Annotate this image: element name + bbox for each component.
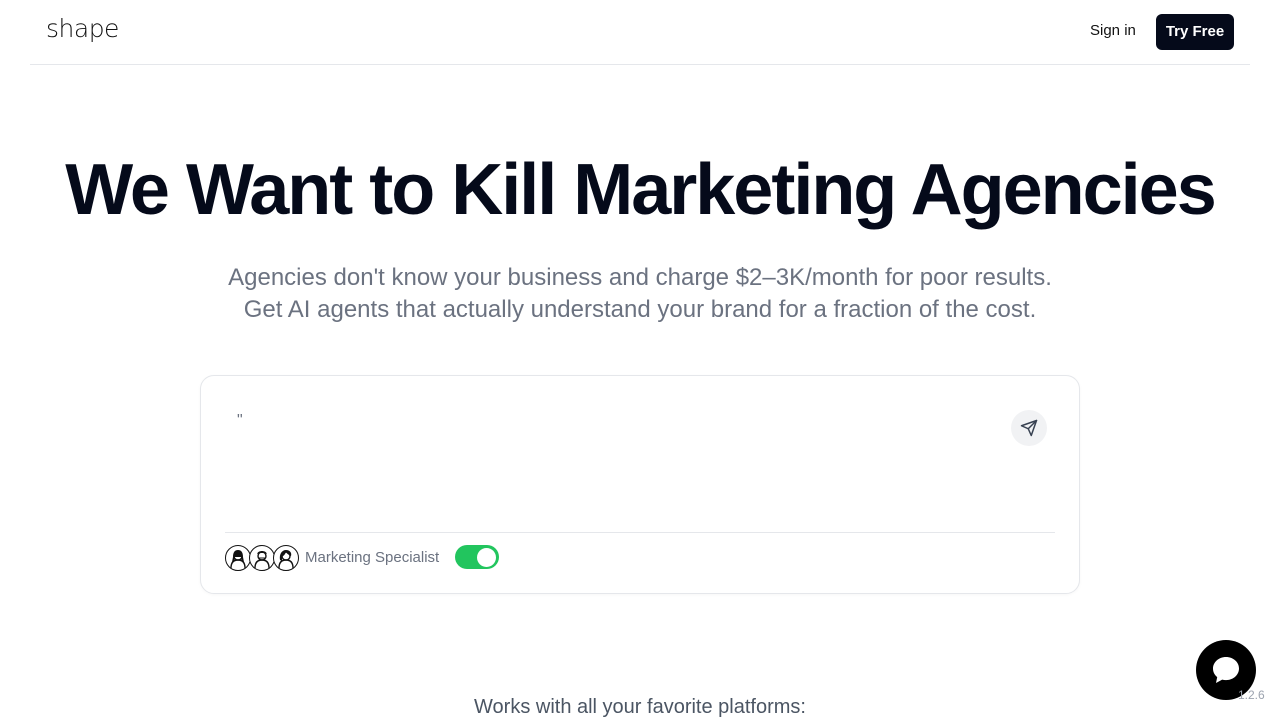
- platforms-heading: Works with all your favorite platforms:: [474, 696, 806, 718]
- agent-avatars: [225, 545, 299, 571]
- send-button[interactable]: [1011, 410, 1047, 446]
- send-icon: [1020, 419, 1038, 437]
- sign-in-link[interactable]: Sign in: [1090, 22, 1136, 39]
- agent-role-label: Marketing Specialist: [305, 549, 440, 566]
- shape-logo[interactable]: shape: [46, 14, 119, 43]
- chat-bubble-icon: [1213, 657, 1239, 683]
- hero-subtitle-line1: Agencies don't know your business and ch…: [228, 264, 1052, 291]
- agent-toggle[interactable]: [455, 545, 499, 569]
- card-divider: [225, 532, 1055, 533]
- prompt-card: " Marketing Specialist: [200, 375, 1080, 594]
- try-free-button[interactable]: Try Free: [1156, 14, 1234, 50]
- toggle-knob: [477, 547, 496, 567]
- avatar: [249, 545, 275, 571]
- avatar: [273, 545, 299, 571]
- prompt-input[interactable]: ": [237, 412, 997, 502]
- avatar: [225, 545, 251, 571]
- top-nav: shape Sign in Try Free: [30, 0, 1250, 65]
- version-label: 1.2.6: [1238, 688, 1265, 702]
- hero-subtitle-line2: Get AI agents that actually understand y…: [243, 296, 1037, 323]
- hero-title: We Want to Kill Marketing Agencies: [65, 150, 1217, 230]
